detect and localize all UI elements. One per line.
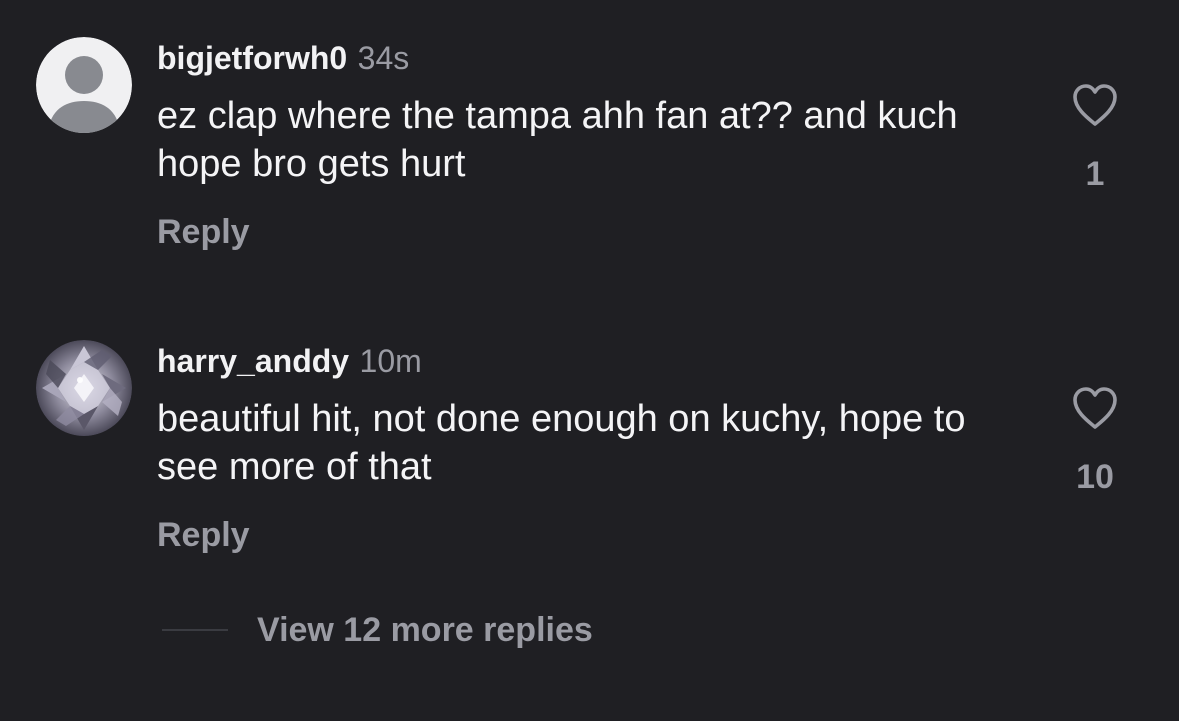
username[interactable]: bigjetforwh0 [157,40,347,76]
comment-header: harry_anddy 10m [157,341,422,381]
heart-icon[interactable] [1070,385,1120,431]
timestamp: 34s [357,40,410,76]
reply-button[interactable]: Reply [157,515,250,555]
comment-text: ez clap where the tampa ahh fan at?? and… [157,95,958,185]
reply-button[interactable]: Reply [157,212,250,252]
avatar[interactable] [36,340,132,436]
comment-text: beautiful hit, not done enough on kuchy,… [157,398,966,488]
default-person-avatar-icon [36,37,132,133]
comment-item: bigjetforwh0 34s ez clap where the tampa… [0,0,1179,300]
like-count: 1 [1085,155,1105,193]
like-count: 10 [1076,458,1114,496]
thread-divider-line [162,629,228,631]
like-control: 10 [1064,385,1126,497]
username[interactable]: harry_anddy [157,343,349,379]
timestamp: 10m [359,343,422,379]
comment-item: harry_anddy 10m beautiful hit, not done … [0,300,1179,600]
comment-header: bigjetforwh0 34s [157,38,409,78]
diamond-avatar [36,340,132,436]
avatar[interactable] [36,37,132,133]
heart-icon[interactable] [1070,82,1120,128]
view-more-replies-label[interactable]: View 12 more replies [257,608,593,652]
like-control: 1 [1064,82,1126,194]
